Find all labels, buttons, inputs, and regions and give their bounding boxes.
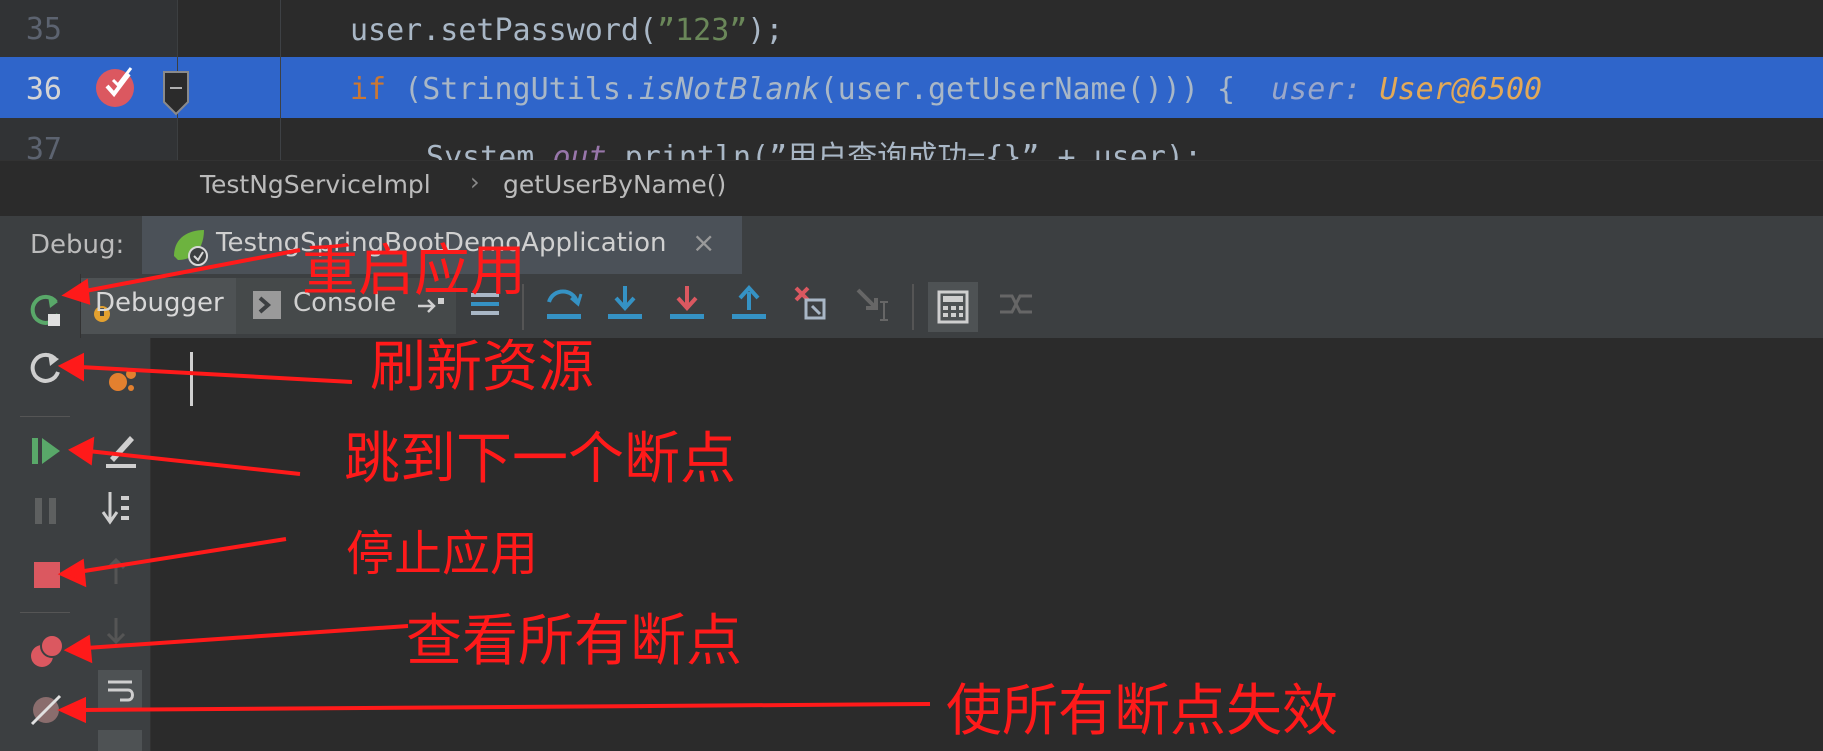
annotation-resume: 跳到下一个断点	[344, 427, 736, 492]
annotation-refresh: 刷新资源	[370, 335, 594, 400]
annotation-arrows	[57, 248, 931, 724]
annotation-stop: 停止应用	[346, 526, 539, 582]
annotation-view-breakpoints: 查看所有断点	[406, 609, 742, 674]
annotation-restart: 重启应用	[302, 239, 526, 304]
annotation-mute-breakpoints: 使所有断点失效	[946, 679, 1338, 744]
